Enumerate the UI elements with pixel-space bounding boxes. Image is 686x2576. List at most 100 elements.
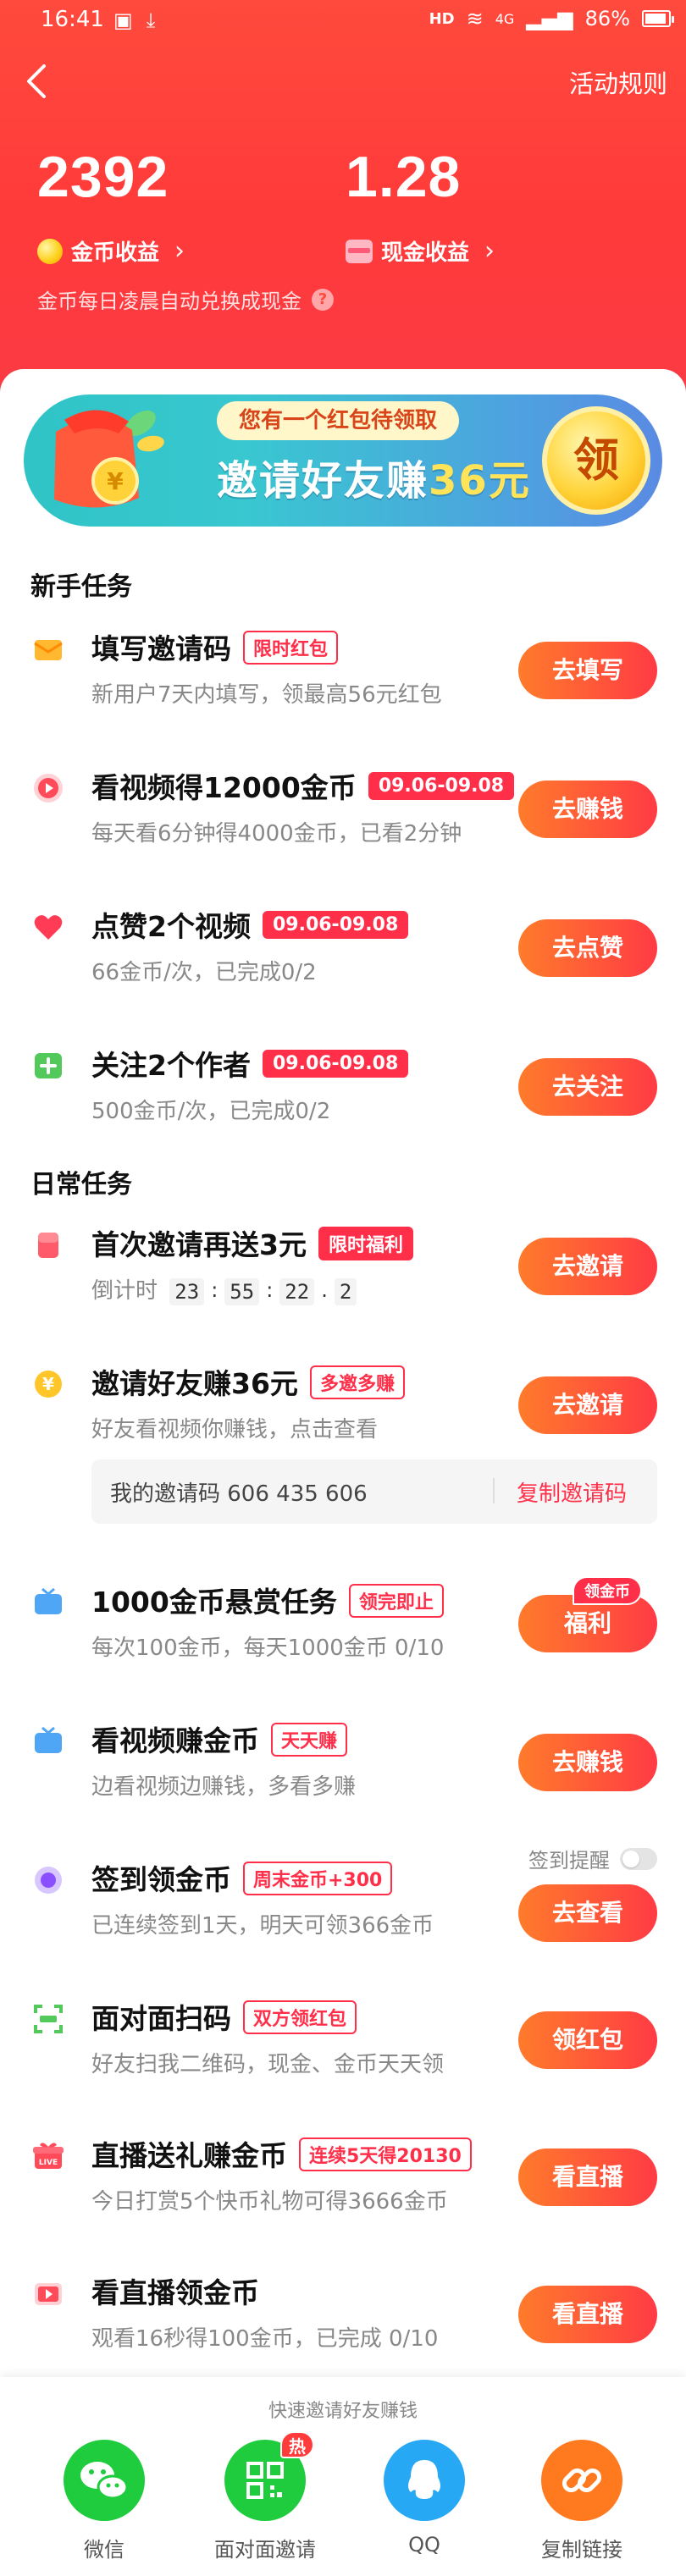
countdown-tenths: 2 [334,1277,357,1305]
countdown-timer: 23: 55: 22. 2 [169,1277,357,1305]
task-checkin: 签到领金币 周末金币+300 已连续签到1天，明天可领366金币 去查看 [0,1847,686,1983]
signal-icon: ▂▄▆ [526,7,573,30]
back-arrow-icon[interactable] [24,63,49,100]
section-daily: 日常任务 [30,1170,132,1200]
copy-invite-code-button[interactable]: 复制邀请码 [517,1476,627,1508]
task-badge: 双方领红包 [243,2000,357,2034]
qr-code-icon: 热 [224,2431,314,2521]
image-icon: ▣ [113,8,133,32]
task-desc: 66金币/次，已完成0/2 [91,960,317,985]
task-badge: 09.06-09.08 [262,1050,409,1078]
get-red-packet-button[interactable]: 领红包 [518,2011,657,2069]
task-watch-video-earn: 看视频赚金币 天天赚 边看视频边赚钱，多看多赚 去赚钱 [0,1708,686,1844]
banner-amount: 36元 [429,457,531,505]
task-desc[interactable]: 好友看视频你赚钱，点击查看 [91,1412,378,1443]
task-badge: 限时红包 [243,630,339,665]
watch-live-button[interactable]: 看直播 [518,2286,657,2343]
copy-link-label: 复制链接 [541,2538,622,2562]
follow-button[interactable]: 去关注 [518,1058,657,1116]
chevron-right-icon: › [484,236,495,266]
countdown-row: 倒计时 23: 55: 22. 2 [91,1273,357,1305]
earn-button[interactable]: 去赚钱 [518,1734,657,1791]
fill-code-button[interactable]: 去填写 [518,642,657,699]
quick-invite-bar: 快速邀请好友赚钱 微信 热 面对面邀请 QQ 复制链接 [0,2377,686,2576]
banner-headline: 邀请好友赚36元 [217,447,531,506]
battery-percent: 86% [584,7,630,30]
copy-link[interactable]: 复制链接 [506,2440,658,2562]
location-pin-icon [35,1867,62,1894]
network-type: 4G [495,10,515,27]
add-follow-icon [35,1053,62,1078]
share-wechat[interactable]: 微信 [28,2440,180,2562]
watch-live-button[interactable]: 看直播 [518,2149,657,2206]
wifi-icon: ≋ [466,7,484,30]
cash-earnings-link[interactable]: 现金收益 › [346,235,495,267]
like-button[interactable]: 去点赞 [518,919,657,977]
claim-button[interactable]: 领 [542,406,650,515]
countdown-seconds: 22 [279,1277,315,1305]
coin-earnings-link[interactable]: 金币收益 › [37,235,185,267]
task-title: 关注2个作者 [91,1049,251,1082]
coin-earnings-value: 2392 [37,145,169,209]
view-button[interactable]: 去查看 [518,1884,657,1942]
task-badge: 09.06-09.08 [368,772,515,800]
download-icon: ⤓ [146,8,156,32]
task-desc: 今日打赏5个快币礼物可得3666金币 [91,2189,448,2215]
task-first-invite: 首次邀请再送3元 限时福利 倒计时 23: 55: 22. 2 去邀请 [0,1212,686,1348]
welfare-button[interactable]: 福利 领金币 [518,1576,657,1652]
task-face-to-face-scan: 面对面扫码 双方领红包 好友扫我二维码，现金、金币天天领 领红包 [0,1986,686,2121]
tv-icon [35,1587,62,1614]
invite-code-text: 我的邀请码 606 435 606 [110,1481,368,1507]
tv-icon [35,1726,62,1753]
task-title: 首次邀请再送3元 [91,1228,307,1261]
cash-earnings[interactable]: 1.28 现金收益 › [346,144,495,266]
activity-rules-link[interactable]: 活动规则 [569,64,667,100]
wechat-icon [64,2440,145,2521]
share-qq[interactable]: QQ [348,2440,501,2557]
coin-earnings[interactable]: 2392 金币收益 › [37,144,185,266]
task-badge: 多邀多赚 [309,1365,405,1399]
task-watch-live-coins: 看直播领金币 观看16秒得100金币，已完成 0/10 看直播 [0,2260,686,2396]
task-title: 1000金币悬赏任务 [91,1586,337,1619]
status-time: 16:41 [41,7,104,32]
task-desc: 新用户7天内填写，领最高56元红包 [91,682,442,708]
countdown-label: 倒计时 [91,1278,158,1304]
coin-yuan-icon: ¥ [35,1371,62,1398]
share-wechat-label: 微信 [84,2538,124,2562]
svg-text:¥: ¥ [42,1374,54,1394]
task-bounty-1000: 1000金币悬赏任务 领完即止 每次100金币，每天1000金币 0/10 福利 … [0,1569,686,1705]
earn-button[interactable]: 去赚钱 [518,781,657,838]
task-title: 邀请好友赚36元 [91,1367,298,1400]
coin-earnings-label: 金币收益 [71,240,160,266]
task-title: 签到领金币 [91,1863,231,1896]
banner-pill: 您有一个红包待领取 [217,401,460,440]
countdown-minutes: 55 [224,1277,260,1305]
task-title: 面对面扫码 [91,2002,231,2035]
task-title: 填写邀请码 [91,632,231,665]
qq-icon [384,2440,465,2521]
red-envelope-icon: ¥ [54,410,164,508]
task-desc: 500金币/次，已完成0/2 [91,1099,331,1124]
svg-text:LIVE: LIVE [39,2159,58,2167]
task-badge: 连续5天得20130 [299,2137,472,2171]
welfare-button-label: 福利 [563,1609,611,1637]
task-title: 直播送礼赚金币 [91,2139,287,2172]
task-watch-video-12000: 看视频得12000金币 09.06-09.08 每天看6分钟得4000金币，已看2… [0,755,686,891]
task-desc: 观看16秒得100金币，已完成 0/10 [91,2326,439,2352]
task-desc: 已连续签到1天，明天可领366金币 [91,1913,434,1939]
share-qq-label: QQ [408,2533,440,2557]
invite-banner[interactable]: ¥ 您有一个红包待领取 邀请好友赚36元 领 [24,394,662,527]
cash-earnings-value: 1.28 [346,145,462,209]
share-face-to-face[interactable]: 热 面对面邀请 [189,2431,341,2562]
task-fill-invite-code: 填写邀请码 限时红包 新用户7天内填写，领最高56元红包 去填写 [0,616,686,752]
task-badge: 09.06-09.08 [262,911,409,939]
quick-invite-caption: 快速邀请好友赚钱 [268,2401,418,2422]
invite-button[interactable]: 去邀请 [518,1376,657,1434]
status-bar: 16:41 ▣ ⤓ HD ≋ 4G ▂▄▆ 86% [0,0,686,42]
envelope-icon [34,640,63,660]
heart-icon [34,915,63,940]
invite-button[interactable]: 去邀请 [518,1238,657,1295]
wallet-icon [346,239,373,263]
help-icon[interactable]: ? [312,288,334,311]
link-icon [541,2440,622,2521]
